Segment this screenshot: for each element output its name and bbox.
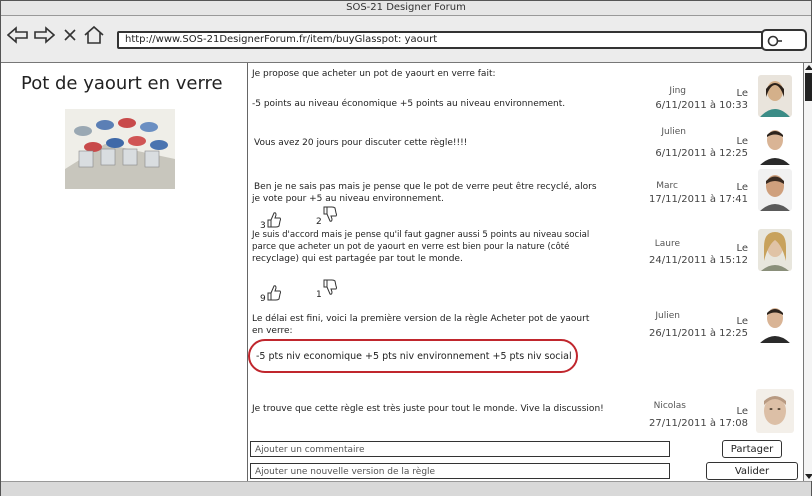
search-button[interactable]: [761, 29, 807, 51]
vote-up[interactable]: 3: [260, 210, 282, 231]
avatar: [758, 229, 792, 271]
avatar: [758, 123, 792, 165]
forward-arrow-icon[interactable]: [33, 24, 55, 46]
message-line: en verre:: [252, 326, 293, 336]
message-date: 26/11/2011 à 12:25: [649, 328, 748, 339]
rule-highlight: [248, 339, 578, 373]
message-date: 6/11/2011 à 10:33: [655, 100, 748, 111]
message-date: 17/11/2011 à 17:41: [649, 194, 748, 205]
back-arrow-icon[interactable]: [7, 24, 29, 46]
vertical-scrollbar[interactable]: [803, 63, 812, 481]
message-line: -5 points au niveau économique +5 points…: [252, 99, 566, 109]
vote-down[interactable]: 1: [316, 279, 338, 300]
thumbs-down-icon: [322, 206, 338, 227]
avatar: [758, 301, 792, 343]
comment-input[interactable]: Ajouter un commentaire: [250, 441, 670, 457]
message-line: Le délai est fini, voici la première ver…: [252, 314, 590, 324]
message-date: 6/11/2011 à 12:25: [655, 148, 748, 159]
close-icon[interactable]: [59, 24, 81, 46]
thumbs-up-icon: [266, 210, 282, 231]
vote-up[interactable]: 9: [260, 283, 282, 304]
message-line: Je trouve que cette règle est très juste…: [252, 404, 604, 414]
thumbs-down-icon: [322, 279, 338, 300]
message-line: parce que acheter un pot de yaourt en ve…: [252, 242, 570, 252]
product-image: [65, 109, 175, 189]
message-line: je vote pour +5 au niveau environnement.: [252, 194, 444, 204]
search-icon: [767, 33, 783, 52]
avatar: [756, 389, 794, 433]
new-rule-input[interactable]: Ajouter une nouvelle version de la règle: [250, 463, 670, 479]
share-button[interactable]: Partager: [722, 440, 782, 458]
item-panel: Pot de yaourt en verre: [1, 63, 248, 481]
vote-down[interactable]: 2: [316, 206, 338, 227]
date-prefix: Le: [736, 316, 748, 327]
date-prefix: Le: [736, 243, 748, 254]
message-line: recyclage) qui est partagée par tout le …: [252, 254, 463, 264]
validate-button[interactable]: Valider: [706, 462, 798, 480]
date-prefix: Le: [736, 88, 748, 99]
home-icon[interactable]: [83, 24, 105, 46]
date-prefix: Le: [736, 182, 748, 193]
message-line: Je propose que acheter un pot de yaourt …: [252, 69, 496, 79]
message-date: 24/11/2011 à 15:12: [649, 255, 748, 266]
url-input[interactable]: http://www.SOS-21DesignerForum.fr/item/b…: [117, 31, 763, 49]
message-line: Ben je ne sais pas mais je pense que le …: [254, 182, 597, 192]
scroll-up-icon[interactable]: [805, 65, 812, 70]
window-title: SOS-21 Designer Forum: [1, 1, 811, 16]
message-line: Je suis d'accord mais je pense qu'il fau…: [252, 230, 590, 240]
avatar: [758, 75, 792, 117]
avatar: [758, 169, 792, 211]
message-date: 27/11/2011 à 17:08: [649, 418, 748, 429]
status-bar: [1, 481, 811, 496]
discussion-panel: Je propose que acheter un pot de yaourt …: [248, 63, 803, 481]
date-prefix: Le: [736, 136, 748, 147]
message-line: Vous avez 20 jours pour discuter cette r…: [254, 138, 468, 148]
page-title: Pot de yaourt en verre: [21, 73, 223, 94]
date-prefix: Le: [736, 406, 748, 417]
thumbs-up-icon: [266, 283, 282, 304]
scroll-thumb[interactable]: [805, 73, 812, 101]
scroll-down-icon[interactable]: [805, 474, 812, 479]
browser-toolbar: http://www.SOS-21DesignerForum.fr/item/b…: [1, 16, 811, 63]
browser-window: SOS-21 Designer Forum http://www.SOS-21D…: [0, 0, 812, 496]
